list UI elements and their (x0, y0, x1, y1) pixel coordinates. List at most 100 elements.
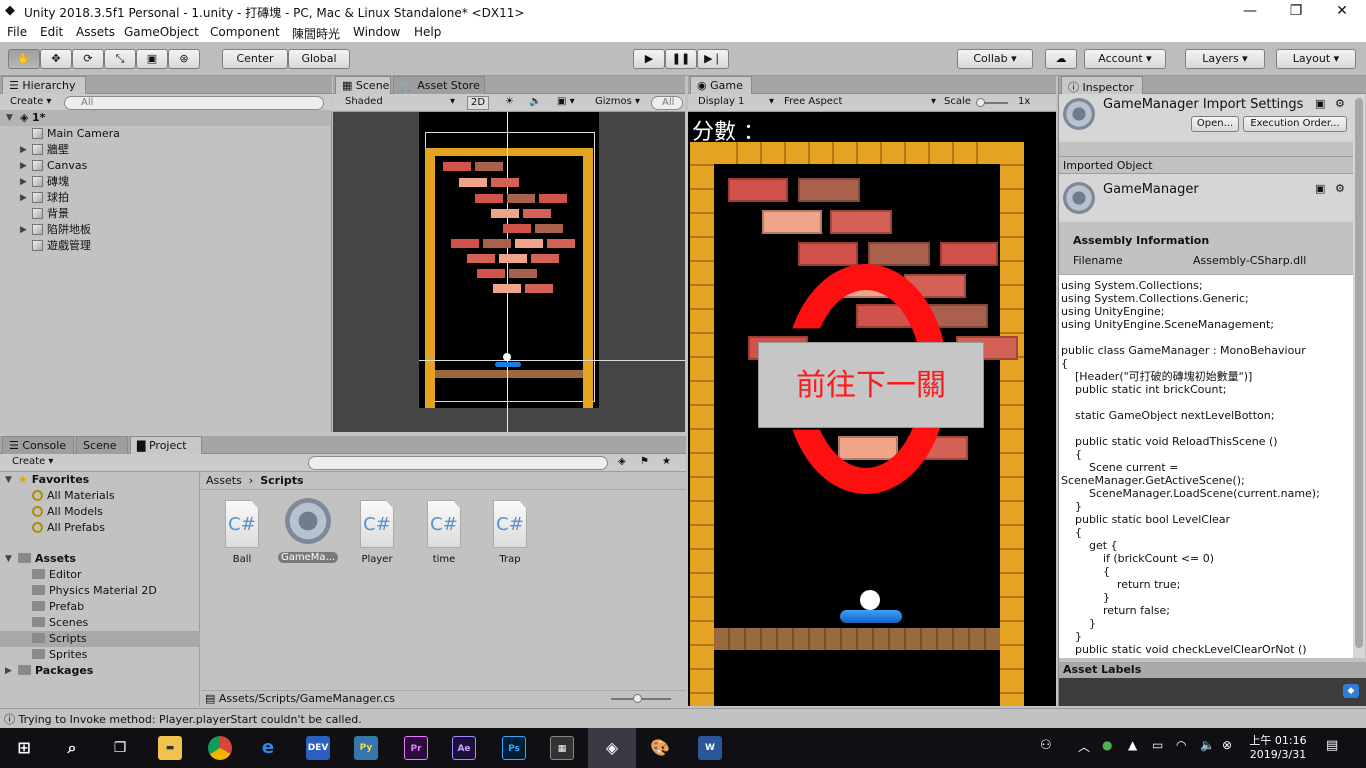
hand-tool-icon[interactable]: ✋ (8, 49, 40, 69)
play-button[interactable]: ▶ (633, 49, 665, 69)
tray-chevron-icon[interactable]: ︿ (1078, 738, 1090, 755)
maximize-button[interactable]: ❐ (1276, 2, 1316, 20)
battery-icon[interactable]: ▭ (1152, 738, 1163, 752)
shading-dropdown[interactable]: Shaded ▾ (341, 96, 459, 110)
inspector-scrollbar[interactable] (1353, 94, 1365, 658)
help-icon[interactable]: ▣ (1315, 182, 1325, 195)
status-bar[interactable]: ⓘ Trying to Invoke method: Player.player… (0, 708, 1366, 728)
tab-inspector[interactable]: ⓘ Inspector (1061, 76, 1143, 94)
tab-console[interactable]: ☰ Console (2, 436, 74, 454)
pivot-global-button[interactable]: Global (288, 49, 350, 69)
menu-window[interactable]: Window (353, 25, 400, 39)
script-file-time[interactable]: C# time (414, 500, 474, 565)
expand-arrow-icon[interactable]: ▼ (5, 472, 12, 488)
expand-arrow-icon[interactable]: ▼ (6, 110, 13, 126)
scene-root-row[interactable]: ▼ ◈ 1* (0, 110, 330, 126)
tab-scene[interactable]: ▦ Scene (335, 76, 391, 94)
folder-item-selected[interactable]: Scripts (0, 631, 200, 647)
close-button[interactable]: ✕ (1322, 2, 1362, 20)
photoshop-icon[interactable]: Ps (502, 736, 526, 760)
aftereffects-icon[interactable]: Ae (452, 736, 476, 760)
packages-row[interactable]: ▶ Packages (0, 663, 200, 679)
icon-size-slider-thumb[interactable] (633, 694, 642, 703)
help-icon[interactable]: ▣ (1315, 97, 1325, 110)
project-search-input[interactable] (308, 456, 608, 470)
chrome-icon[interactable] (208, 736, 232, 760)
assets-row[interactable]: ▼ Assets (0, 551, 200, 567)
pause-button[interactable]: ❚❚ (665, 49, 697, 69)
script-file-gamemanager[interactable]: GameMa... (278, 498, 338, 563)
hierarchy-create-dropdown[interactable]: Create ▾ (6, 96, 51, 110)
wechat-icon[interactable]: ● (1102, 738, 1112, 752)
menu-file[interactable]: File (7, 25, 27, 39)
expand-arrow-icon[interactable]: ▶ (5, 663, 12, 679)
open-button[interactable]: Open... (1191, 116, 1239, 132)
hierarchy-item[interactable]: 遊戲管理 (0, 238, 330, 254)
hierarchy-item[interactable]: ▶ 陷阱地板 (0, 222, 330, 238)
people-icon[interactable]: ⚇ (1040, 738, 1052, 753)
search-icon[interactable]: ⌕ (60, 736, 84, 760)
folder-item[interactable]: Scenes (0, 615, 200, 631)
project-create-dropdown[interactable]: Create ▾ (8, 456, 53, 470)
expand-arrow-icon[interactable]: ▶ (20, 158, 27, 174)
breadcrumb-root[interactable]: Assets (206, 474, 242, 487)
wifi-icon[interactable]: ◠ (1176, 738, 1186, 752)
task-view-icon[interactable]: ❐ (108, 736, 132, 760)
paint-icon[interactable]: 🎨 (648, 736, 672, 760)
favorite-item[interactable]: All Materials (0, 488, 200, 504)
scale-slider-thumb[interactable] (976, 98, 985, 107)
hierarchy-item[interactable]: ▶ 磚塊 (0, 174, 330, 190)
menu-custom[interactable]: 陳閭時光 (292, 25, 340, 42)
menu-help[interactable]: Help (414, 25, 441, 39)
expand-arrow-icon[interactable]: ▶ (20, 142, 27, 158)
expand-arrow-icon[interactable]: ▶ (20, 222, 27, 238)
gizmos-dropdown[interactable]: Gizmos ▾ (591, 96, 640, 110)
inspector-scroll-thumb[interactable] (1355, 98, 1363, 648)
aspect-dropdown[interactable]: Free Aspect ▾ (780, 96, 936, 110)
edge-icon[interactable]: e (256, 736, 280, 760)
folder-item[interactable]: Prefab (0, 599, 200, 615)
scene-viewport[interactable] (333, 112, 685, 432)
effects-icon[interactable]: ▣ ▾ (553, 96, 575, 110)
favorite-star-icon[interactable]: ★ (658, 456, 671, 470)
expand-arrow-icon[interactable]: ▼ (5, 551, 12, 567)
filter-type-icon[interactable]: ◈ (614, 456, 626, 470)
expand-arrow-icon[interactable]: ▶ (20, 174, 27, 190)
favorite-item[interactable]: All Prefabs (0, 520, 200, 536)
account-dropdown[interactable]: Account ▾ (1084, 49, 1166, 69)
tab-project[interactable]: ▇ Project (130, 436, 202, 454)
menu-assets[interactable]: Assets (76, 25, 115, 39)
clock-time[interactable]: 上午 01:16 (1246, 732, 1310, 748)
next-level-button[interactable]: 前往下一關 (758, 342, 984, 428)
clock-date[interactable]: 2019/3/31 (1246, 748, 1310, 761)
rotate-tool-icon[interactable]: ⟳ (72, 49, 104, 69)
move-tool-icon[interactable]: ✥ (40, 49, 72, 69)
menu-gameobject[interactable]: GameObject (124, 25, 199, 39)
breadcrumb-current[interactable]: Scripts (260, 474, 303, 487)
devcpp-icon[interactable]: DEV (306, 736, 330, 760)
execution-order-button[interactable]: Execution Order... (1243, 116, 1347, 132)
scene-search-input[interactable]: All (651, 96, 683, 110)
premiere-icon[interactable]: Pr (404, 736, 428, 760)
python-icon[interactable]: Py (354, 736, 378, 760)
mode-2d-toggle[interactable]: 2D (467, 96, 490, 110)
script-file-trap[interactable]: C# Trap (480, 500, 540, 565)
folder-item[interactable]: Sprites (0, 647, 200, 663)
tab-hierarchy[interactable]: ☰ Hierarchy (2, 76, 86, 94)
file-explorer-icon[interactable]: ▬ (158, 736, 182, 760)
display-dropdown[interactable]: Display 1 ▾ (694, 96, 774, 110)
lighting-icon[interactable]: ☀ (501, 96, 514, 110)
favorite-item[interactable]: All Models (0, 504, 200, 520)
settings-gear-icon[interactable]: ⚙ (1335, 97, 1345, 110)
scale-tool-icon[interactable]: ⤡ (104, 49, 136, 69)
minimize-button[interactable]: — (1230, 2, 1270, 20)
hierarchy-item[interactable]: ▶ 球拍 (0, 190, 330, 206)
expand-arrow-icon[interactable]: ▶ (20, 190, 27, 206)
folder-item[interactable]: Editor (0, 567, 200, 583)
menu-edit[interactable]: Edit (40, 25, 63, 39)
notification-icon[interactable]: ▤ (1326, 738, 1338, 753)
game-viewport[interactable]: 分數 ： 前往下一關 (688, 112, 1056, 706)
layers-dropdown[interactable]: Layers ▾ (1185, 49, 1265, 69)
pivot-center-button[interactable]: Center (222, 49, 288, 69)
tab-scene-bottom[interactable]: Scene (76, 436, 128, 454)
